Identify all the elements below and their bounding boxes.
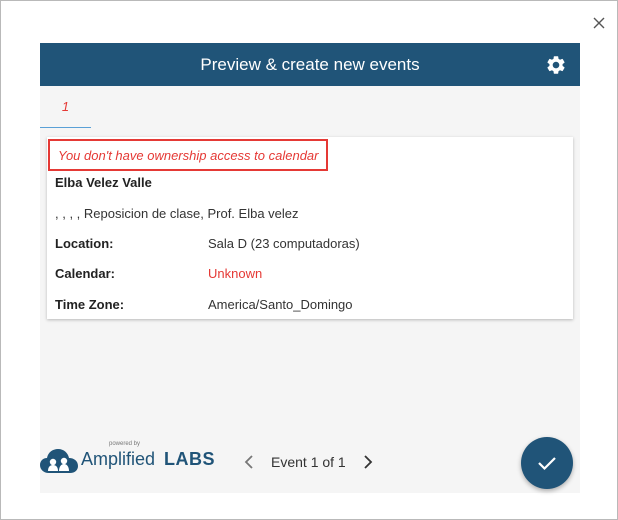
calendar-value: Unknown bbox=[208, 266, 263, 281]
event-pager: Event 1 of 1 bbox=[239, 448, 378, 476]
preview-panel: Preview & create new events 1 You don't … bbox=[40, 43, 580, 493]
close-icon bbox=[593, 17, 605, 29]
timezone-value: America/Santo_Domingo bbox=[208, 297, 353, 312]
event-card: You don't have ownership access to calen… bbox=[47, 137, 573, 319]
amplified-labs-logo: powered by Amplified LABS bbox=[40, 441, 240, 479]
timezone-label: Time Zone: bbox=[55, 297, 125, 312]
dialog-title: Preview & create new events bbox=[200, 54, 420, 74]
pager-status: Event 1 of 1 bbox=[271, 454, 346, 470]
check-icon bbox=[538, 457, 556, 471]
location-label: Location: bbox=[55, 236, 114, 251]
location-value: Sala D (23 computadoras) bbox=[208, 236, 360, 251]
next-event-button[interactable] bbox=[358, 452, 378, 472]
brand-suffix: LABS bbox=[164, 449, 216, 469]
settings-button[interactable] bbox=[545, 54, 567, 76]
gear-icon bbox=[547, 56, 565, 74]
tab-event-1[interactable]: 1 bbox=[40, 86, 91, 128]
powered-by-text: powered by bbox=[109, 441, 141, 447]
cloud-logo-icon bbox=[40, 449, 78, 473]
tab-label: 1 bbox=[61, 99, 70, 114]
create-events-button[interactable] bbox=[521, 437, 573, 489]
calendar-label: Calendar: bbox=[55, 266, 115, 281]
brand-name: Amplified bbox=[81, 449, 156, 469]
chevron-right-icon bbox=[364, 455, 372, 469]
close-button[interactable] bbox=[589, 13, 609, 33]
brand-wordmark: Amplified LABS bbox=[81, 449, 215, 470]
dialog-window: Preview & create new events 1 You don't … bbox=[0, 0, 618, 520]
ownership-warning: You don't have ownership access to calen… bbox=[48, 139, 329, 171]
dialog-header: Preview & create new events bbox=[40, 43, 580, 86]
event-tabs: 1 bbox=[40, 86, 580, 128]
previous-event-button[interactable] bbox=[239, 452, 259, 472]
chevron-left-icon bbox=[244, 455, 253, 469]
event-description: , , , , Reposicion de clase, Prof. Elba … bbox=[55, 206, 299, 221]
event-title: Elba Velez Valle bbox=[55, 175, 152, 190]
